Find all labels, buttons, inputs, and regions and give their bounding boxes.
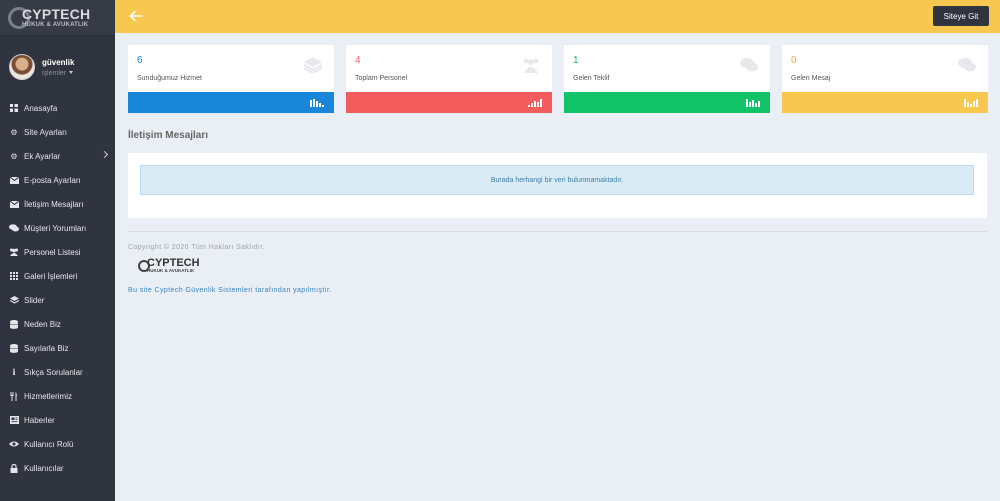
user-name: güvenlik	[42, 57, 75, 67]
sidebar-item-hizmetlerimiz[interactable]: Hizmetlerimiz	[0, 384, 115, 408]
user-role-label: işlemler	[42, 69, 67, 77]
arrow-left-icon[interactable]	[129, 10, 143, 22]
comments-icon	[740, 57, 758, 73]
brand-logo[interactable]: CYPTECH HUKUK & AVUKATLIK	[0, 0, 115, 36]
sidebar-item-label: Site Ayarları	[24, 127, 67, 137]
credit-link[interactable]: Bu site Cyptech Güvenlik Sistemleri tara…	[128, 287, 332, 294]
stat-label: Gelen Mesaj	[791, 75, 831, 82]
grid-icon	[9, 271, 19, 281]
users-icon	[9, 247, 19, 257]
sidebar-item-label: Neden Biz	[24, 319, 61, 329]
users-icon	[522, 57, 540, 73]
cutlery-icon	[9, 391, 19, 401]
layers-icon	[303, 57, 323, 75]
sidebar: CYPTECH HUKUK & AVUKATLIK güvenlik işlem…	[0, 0, 115, 501]
caret-down-icon	[69, 71, 74, 75]
user-role-dropdown[interactable]: işlemler	[42, 70, 74, 77]
user-profile: güvenlik işlemler	[0, 36, 115, 96]
empty-state-alert: Burada herhangi bir veri bulunmamaktadır…	[140, 165, 974, 195]
sidebar-item-eposta-ayarlari[interactable]: E-posta Ayarları	[0, 168, 115, 192]
brand-subtitle: HUKUK & AVUKATLIK	[22, 22, 89, 28]
sidebar-item-label: Personel Listesi	[24, 247, 81, 257]
sidebar-item-neden-biz[interactable]: Neden Biz	[0, 312, 115, 336]
footer-brand-subtitle: HUKUK & AVUKATLIK	[147, 268, 195, 273]
stat-value: 1	[573, 55, 579, 66]
sidebar-item-personel-listesi[interactable]: Personel Listesi	[0, 240, 115, 264]
messages-panel: Burada herhangi bir veri bulunmamaktadır…	[128, 153, 987, 218]
eye-icon	[9, 439, 19, 449]
bar-chart-icon	[310, 99, 324, 107]
top-bar: Siteye Git	[115, 0, 1000, 33]
stat-label: Toplam Personel	[355, 75, 408, 82]
info-icon: i	[12, 367, 16, 377]
envelope-icon	[9, 175, 19, 185]
sidebar-item-label: Kullanıcı Rolü	[24, 439, 74, 449]
sidebar-item-label: İletişim Mesajları	[24, 199, 84, 209]
sidebar-item-ek-ayarlar[interactable]: ⚙ Ek Ayarlar	[0, 144, 115, 168]
stat-label: Sunduğumuz Hizmet	[137, 75, 202, 82]
newspaper-icon	[9, 415, 19, 425]
sidebar-item-label: Ek Ayarlar	[24, 151, 61, 161]
visit-site-button[interactable]: Siteye Git	[933, 6, 989, 26]
database-icon	[9, 343, 19, 353]
lock-icon	[9, 463, 19, 473]
sidebar-item-label: Hizmetlerimiz	[24, 391, 72, 401]
stat-value: 0	[791, 55, 797, 66]
stat-card-messages[interactable]: 0 Gelen Mesaj	[782, 45, 988, 113]
sidebar-item-musteri-yorumlari[interactable]: Müşteri Yorumları	[0, 216, 115, 240]
sidebar-item-label: Slider	[24, 295, 45, 305]
stat-color-bar	[346, 92, 552, 113]
sidebar-item-label: Haberler	[24, 415, 55, 425]
chevron-right-icon	[100, 150, 109, 159]
sidebar-item-label: Galeri İşlemleri	[24, 271, 78, 281]
sidebar-menu: Anasayfa ⚙ Site Ayarları ⚙ Ek Ayarlar E-…	[0, 96, 115, 480]
stat-card-personnel[interactable]: 4 Toplam Personel	[346, 45, 552, 113]
sidebar-item-kullanici-rolu[interactable]: Kullanıcı Rolü	[0, 432, 115, 456]
sidebar-item-label: Sıkça Sorulanlar	[24, 367, 83, 377]
stat-value: 4	[355, 55, 361, 66]
sidebar-item-sayilarla-biz[interactable]: Sayılarla Biz	[0, 336, 115, 360]
section-title: İletişim Mesajları	[128, 130, 209, 141]
sidebar-item-kullanicilar[interactable]: Kullanıcılar	[0, 456, 115, 480]
brand-name: CYPTECH	[22, 6, 91, 22]
comments-icon	[9, 223, 19, 233]
sidebar-item-haberler[interactable]: Haberler	[0, 408, 115, 432]
bar-chart-icon	[964, 99, 978, 107]
sidebar-item-label: E-posta Ayarları	[24, 175, 81, 185]
sidebar-item-iletisim-mesajlari[interactable]: İletişim Mesajları	[0, 192, 115, 216]
sidebar-item-slider[interactable]: Slider	[0, 288, 115, 312]
copyright-text: Copyright © 2026 Tüm Hakları Saklıdır.	[128, 244, 265, 251]
stat-color-bar	[564, 92, 770, 113]
bar-chart-icon	[528, 99, 542, 107]
sidebar-item-galeri-islemleri[interactable]: Galeri İşlemleri	[0, 264, 115, 288]
sidebar-item-anasayfa[interactable]: Anasayfa	[0, 96, 115, 120]
gears-icon: ⚙	[10, 151, 18, 161]
stat-color-bar	[128, 92, 334, 113]
dashboard-icon	[9, 103, 19, 113]
sidebar-item-sikca-sorulanlar[interactable]: i Sıkça Sorulanlar	[0, 360, 115, 384]
layers-icon	[9, 295, 19, 305]
sidebar-item-label: Kullanıcılar	[24, 463, 64, 473]
sidebar-item-label: Müşteri Yorumları	[24, 223, 87, 233]
envelope-icon	[9, 199, 19, 209]
stat-color-bar	[782, 92, 988, 113]
comments-icon	[958, 57, 976, 73]
bar-chart-icon	[746, 99, 760, 107]
database-icon	[9, 319, 19, 329]
sidebar-item-site-ayarlari[interactable]: ⚙ Site Ayarları	[0, 120, 115, 144]
stat-value: 6	[137, 55, 143, 66]
avatar	[9, 54, 35, 80]
gear-icon: ⚙	[10, 127, 18, 137]
sidebar-item-label: Sayılarla Biz	[24, 343, 69, 353]
stat-label: Gelen Teklif	[573, 75, 610, 82]
footer-logo: CYPTECH HUKUK & AVUKATLIK	[138, 258, 200, 274]
footer-divider	[128, 231, 987, 232]
sidebar-item-label: Anasayfa	[24, 103, 58, 113]
stat-card-offers[interactable]: 1 Gelen Teklif	[564, 45, 770, 113]
stat-card-services[interactable]: 6 Sunduğumuz Hizmet	[128, 45, 334, 113]
